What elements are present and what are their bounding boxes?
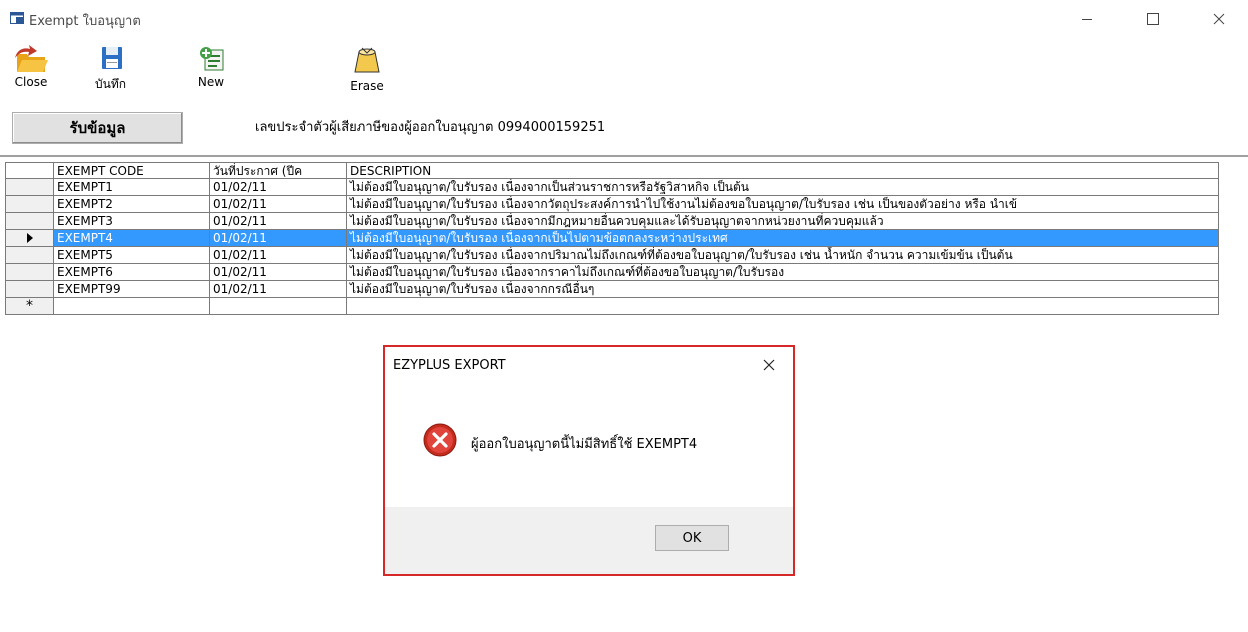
- table-row-new[interactable]: *: [5, 298, 1219, 315]
- save-label: บันทึก: [95, 77, 126, 91]
- new-button[interactable]: New: [196, 44, 226, 89]
- app-icon: [10, 12, 24, 24]
- cell-code[interactable]: EXEMPT5: [54, 247, 210, 264]
- cell-description[interactable]: ไม่ต้องมีใบอนุญาต/ใบรับรอง เนื่องจากเป็น…: [347, 230, 1219, 247]
- dialog-title: EZYPLUS EXPORT: [393, 358, 506, 373]
- window-title: Exempt ใบอนุญาต: [29, 14, 141, 29]
- cell-description[interactable]: ไม่ต้องมีใบอนุญาต/ใบรับรอง เนื่องจากกรณี…: [347, 281, 1219, 298]
- open-folder-icon: [15, 45, 48, 72]
- new-row-marker: *: [5, 298, 54, 315]
- close-label: Close: [14, 75, 48, 89]
- cell-code[interactable]: EXEMPT99: [54, 281, 210, 298]
- title-bar: Exempt ใบอนุญาต: [0, 0, 1248, 36]
- ok-button[interactable]: OK: [655, 525, 729, 551]
- dialog-message: ผู้ออกใบอนุญาตนี้ไม่มีสิทธิ์ใช้ EXEMPT4: [471, 437, 698, 452]
- close-window-button[interactable]: [1196, 6, 1242, 32]
- cell-date[interactable]: 01/02/11: [210, 247, 347, 264]
- minimize-button[interactable]: [1064, 6, 1110, 32]
- row-selector[interactable]: [5, 281, 54, 298]
- table-row-selected[interactable]: EXEMPT4 01/02/11 ไม่ต้องมีใบอนุญาต/ใบรับ…: [5, 230, 1219, 247]
- maximize-button[interactable]: [1130, 6, 1176, 32]
- fetch-data-button[interactable]: รับข้อมูล: [12, 112, 183, 144]
- cell-description[interactable]: ไม่ต้องมีใบอนุญาต/ใบรับรอง เนื่องจากมีกฎ…: [347, 213, 1219, 230]
- error-icon: [423, 423, 457, 457]
- dialog-close-button[interactable]: [763, 355, 775, 376]
- new-document-icon: [200, 47, 224, 71]
- row-selector[interactable]: [5, 264, 54, 281]
- cell-date[interactable]: [210, 298, 347, 315]
- erase-button[interactable]: Erase: [350, 44, 384, 93]
- maximize-icon: [1147, 13, 1159, 25]
- row-selector[interactable]: [5, 230, 54, 247]
- row-selector[interactable]: [5, 213, 54, 230]
- cell-date[interactable]: 01/02/11: [210, 213, 347, 230]
- eraser-icon: [354, 47, 380, 73]
- cell-code[interactable]: EXEMPT4: [54, 230, 210, 247]
- cell-code[interactable]: EXEMPT1: [54, 179, 210, 196]
- cell-date[interactable]: 01/02/11: [210, 196, 347, 213]
- table-row[interactable]: EXEMPT6 01/02/11 ไม่ต้องมีใบอนุญาต/ใบรับ…: [5, 264, 1219, 281]
- cell-code[interactable]: EXEMPT2: [54, 196, 210, 213]
- minimize-icon: [1082, 19, 1092, 20]
- table-row[interactable]: EXEMPT1 01/02/11 ไม่ต้องมีใบอนุญาต/ใบรับ…: [5, 179, 1219, 196]
- row-selector[interactable]: [5, 179, 54, 196]
- close-icon: [1213, 13, 1225, 25]
- save-button[interactable]: บันทึก: [95, 44, 126, 94]
- column-header-date[interactable]: วันที่ประกาศ (ปีค: [210, 162, 347, 179]
- cell-description[interactable]: ไม่ต้องมีใบอนุญาต/ใบรับรอง เนื่องจากเป็น…: [347, 179, 1219, 196]
- cell-description[interactable]: ไม่ต้องมีใบอนุญาต/ใบรับรอง เนื่องจากปริม…: [347, 247, 1219, 264]
- new-label: New: [197, 75, 225, 89]
- table-row[interactable]: EXEMPT5 01/02/11 ไม่ต้องมีใบอนุญาต/ใบรับ…: [5, 247, 1219, 264]
- dialog-body: EZYPLUS EXPORT ผู้ออกใบอนุญาตนี้ไม่มีสิท…: [385, 347, 793, 507]
- close-icon: [763, 359, 775, 371]
- cell-description[interactable]: ไม่ต้องมีใบอนุญาต/ใบรับรอง เนื่องจากวัตถ…: [347, 196, 1219, 213]
- current-row-arrow-icon: [26, 233, 33, 243]
- row-selector[interactable]: [5, 247, 54, 264]
- table-row[interactable]: EXEMPT99 01/02/11 ไม่ต้องมีใบอนุญาต/ใบรั…: [5, 281, 1219, 298]
- grid-top-divider: [0, 155, 1248, 157]
- column-header-description[interactable]: DESCRIPTION: [347, 162, 1219, 179]
- close-button[interactable]: Close: [13, 44, 49, 89]
- grid-header-row: EXEMPT CODE วันที่ประกาศ (ปีค DESCRIPTIO…: [5, 162, 1219, 179]
- cell-code[interactable]: [54, 298, 210, 315]
- cell-code[interactable]: EXEMPT6: [54, 264, 210, 281]
- cell-date[interactable]: 01/02/11: [210, 179, 347, 196]
- cell-date[interactable]: 01/02/11: [210, 264, 347, 281]
- header-corner: [5, 162, 54, 179]
- table-row[interactable]: EXEMPT2 01/02/11 ไม่ต้องมีใบอนุญาต/ใบรับ…: [5, 196, 1219, 213]
- table-row[interactable]: EXEMPT3 01/02/11 ไม่ต้องมีใบอนุญาต/ใบรับ…: [5, 213, 1219, 230]
- cell-date[interactable]: 01/02/11: [210, 230, 347, 247]
- column-header-code[interactable]: EXEMPT CODE: [54, 162, 210, 179]
- tax-id-label: เลขประจำตัวผู้เสียภาษีของผู้ออกใบอนุญาต …: [255, 120, 606, 135]
- cell-description[interactable]: ไม่ต้องมีใบอนุญาต/ใบรับรอง เนื่องจากราคา…: [347, 264, 1219, 281]
- cell-code[interactable]: EXEMPT3: [54, 213, 210, 230]
- error-dialog: EZYPLUS EXPORT ผู้ออกใบอนุญาตนี้ไม่มีสิท…: [383, 345, 795, 576]
- erase-label: Erase: [350, 79, 384, 93]
- floppy-disk-icon: [101, 47, 122, 69]
- cell-description[interactable]: [347, 298, 1219, 315]
- cell-date[interactable]: 01/02/11: [210, 281, 347, 298]
- row-selector[interactable]: [5, 196, 54, 213]
